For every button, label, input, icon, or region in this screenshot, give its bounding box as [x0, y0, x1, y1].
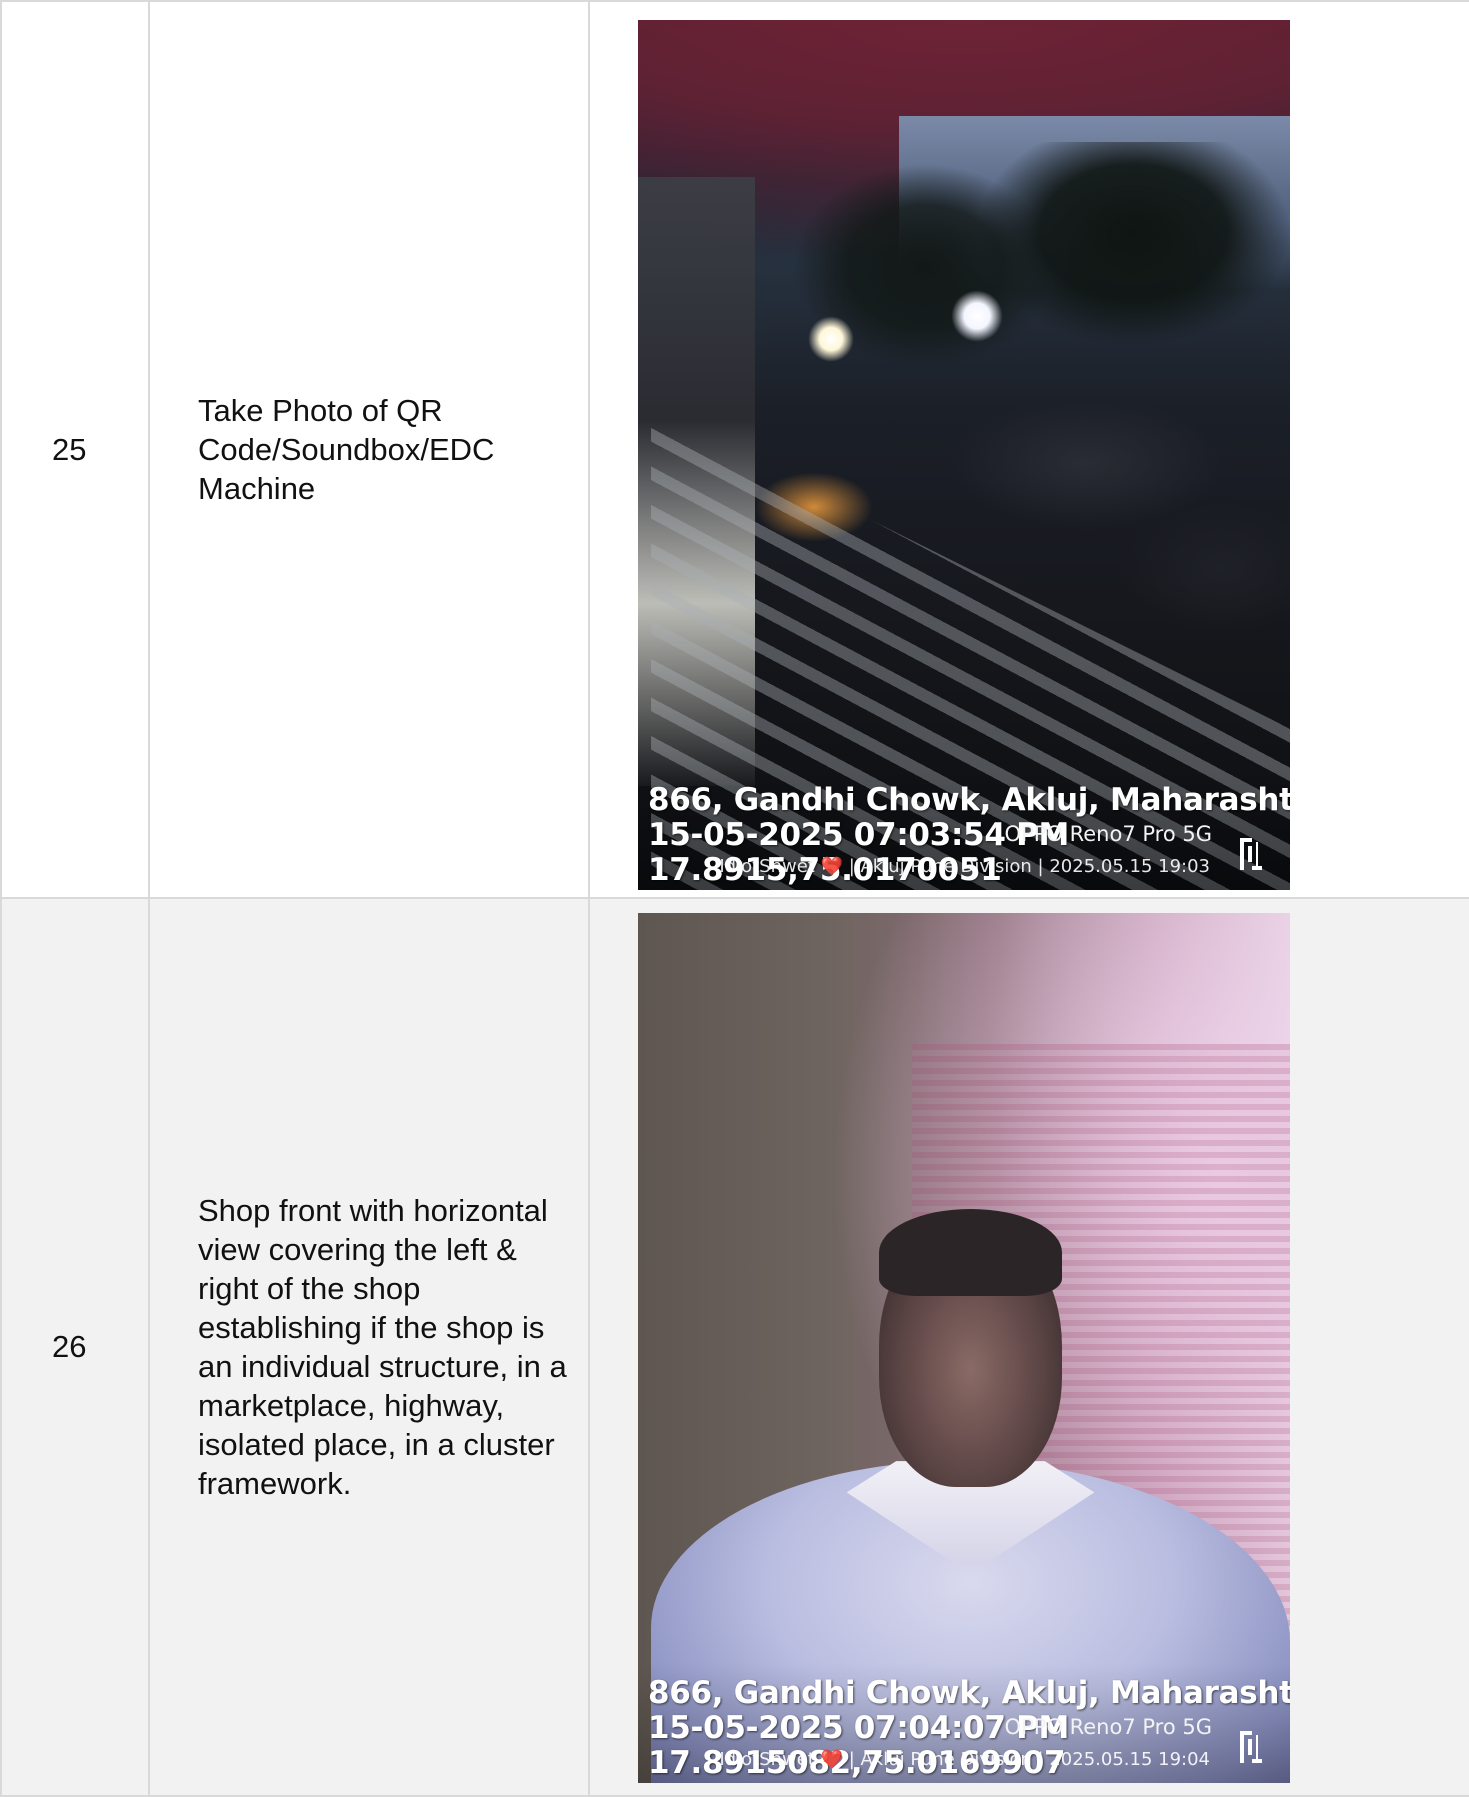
photo-device: OPPO Reno7 Pro 5G — [1004, 1715, 1212, 1739]
camera-brand-logo-icon — [1240, 1731, 1262, 1763]
table-row: 26 Shop front with horizontal view cover… — [0, 897, 1469, 1797]
photo-address: 866, Gandhi Chowk, Akluj, Maharashtra 41… — [648, 782, 1290, 818]
photo-cell: 866, Gandhi Chowk, Akluj, Maharashtra 41… — [588, 897, 1469, 1797]
table-row: 25 Take Photo of QR Code/Soundbox/EDC Ma… — [0, 0, 1469, 899]
photo-address: 866, Gandhi Chowk, Akluj, Maharashtra 41… — [648, 1675, 1290, 1711]
camera-brand-logo-icon — [1240, 838, 1262, 870]
photo-street-lamp — [950, 289, 1003, 342]
photo-watermark: IdiotShwet ❤️ | Akluj Pune Division | 20… — [719, 856, 1210, 877]
row-description: Take Photo of QR Code/Soundbox/EDC Machi… — [148, 0, 590, 899]
report-table: 25 Take Photo of QR Code/Soundbox/EDC Ma… — [0, 0, 1469, 1797]
geotagged-photo: 866, Gandhi Chowk, Akluj, Maharashtra 41… — [638, 20, 1290, 890]
geotagged-photo: 866, Gandhi Chowk, Akluj, Maharashtra 41… — [638, 913, 1290, 1783]
photo-street-lamp — [807, 315, 854, 362]
row-number: 26 — [0, 897, 150, 1797]
photo-person-hair — [879, 1208, 1062, 1296]
photo-watermark: IdiotShwet ❤️ | Akluj Pune Division | 20… — [719, 1749, 1210, 1770]
photo-cell: 866, Gandhi Chowk, Akluj, Maharashtra 41… — [588, 0, 1469, 899]
row-number: 25 — [0, 0, 150, 899]
photo-device: OPPO Reno7 Pro 5G — [1004, 822, 1212, 846]
row-description: Shop front with horizontal view covering… — [148, 897, 590, 1797]
